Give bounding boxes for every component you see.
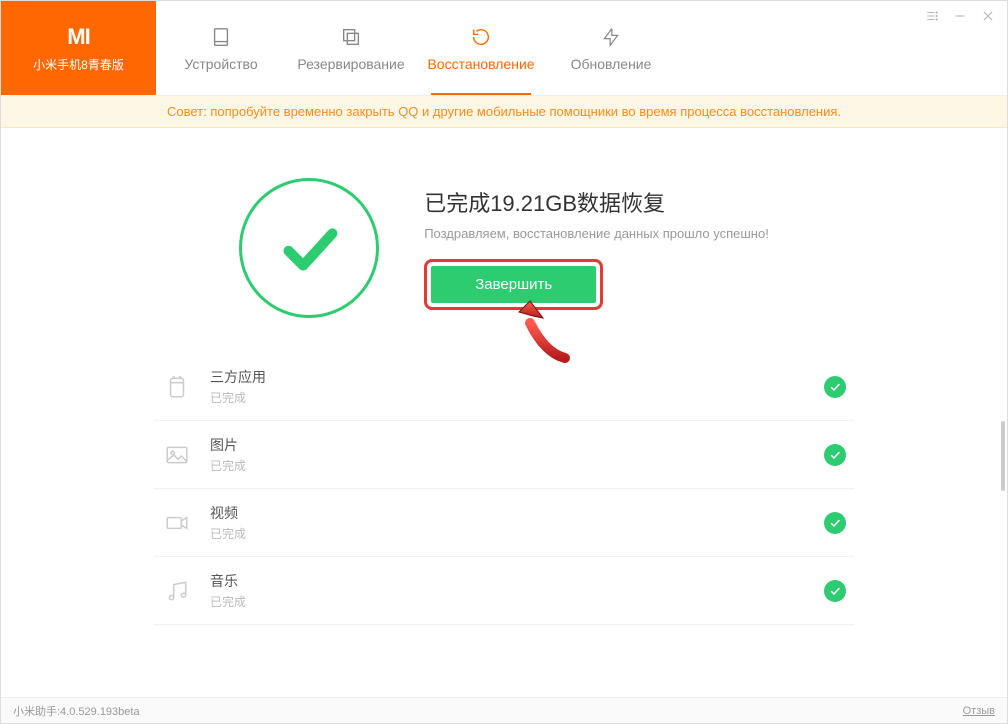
music-icon (162, 576, 192, 606)
success-title: 已完成19.21GB数据恢复 (424, 186, 769, 218)
brand-block: MI 小米手机8青春版 (1, 1, 156, 95)
list-item-music: 音乐 已完成 (154, 557, 854, 625)
feedback-link[interactable]: Отзыв (963, 705, 995, 717)
status-done-icon (824, 512, 846, 534)
tab-backup[interactable]: Резервирование (286, 1, 416, 95)
status-done-icon (824, 580, 846, 602)
image-icon (162, 440, 192, 470)
status-done-icon (824, 376, 846, 398)
tab-label: Резервирование (297, 56, 404, 72)
item-status: 已完成 (210, 389, 266, 406)
restore-item-list: 三方应用 已完成 图片 已完成 视频 已完成 (154, 353, 854, 625)
success-area: 已完成19.21GB数据恢复 Поздравляем, восстановлен… (1, 128, 1007, 353)
update-icon (601, 24, 621, 50)
list-item-apps: 三方应用 已完成 (154, 353, 854, 421)
minimize-icon[interactable] (953, 9, 967, 26)
tab-label: Восстановление (427, 56, 534, 72)
item-title: 音乐 (210, 571, 246, 591)
tip-bar: Совет: попробуйте временно закрыть QQ и … (1, 96, 1007, 128)
success-subtitle: Поздравляем, восстановление данных прошл… (424, 226, 769, 241)
mi-logo: MI (1, 24, 156, 50)
device-name: 小米手机8青春版 (1, 56, 156, 73)
list-item-images: 图片 已完成 (154, 421, 854, 489)
item-title: 图片 (210, 435, 246, 455)
tab-label: Обновление (571, 56, 652, 72)
close-icon[interactable] (981, 9, 995, 26)
item-title: 三方应用 (210, 367, 266, 387)
finish-button-highlight: Завершить (424, 259, 603, 310)
header: MI 小米手机8青春版 Устройство Резервирование Во… (1, 1, 1007, 96)
item-status: 已完成 (210, 593, 246, 610)
window-controls (925, 9, 995, 26)
version-label: 小米助手:4.0.529.193beta (13, 703, 140, 719)
scrollbar-thumb[interactable] (1001, 421, 1005, 491)
menu-icon[interactable] (925, 9, 939, 26)
video-icon (162, 508, 192, 538)
item-status: 已完成 (210, 457, 246, 474)
tabs: Устройство Резервирование Восстановление… (156, 1, 676, 95)
tab-device[interactable]: Устройство (156, 1, 286, 95)
tab-restore[interactable]: Восстановление (416, 1, 546, 95)
footer: 小米助手:4.0.529.193beta Отзыв (1, 697, 1007, 723)
apps-icon (162, 372, 192, 402)
tab-label: Устройство (184, 56, 257, 72)
item-status: 已完成 (210, 525, 246, 542)
item-title: 视频 (210, 503, 246, 523)
tab-update[interactable]: Обновление (546, 1, 676, 95)
list-item-video: 视频 已完成 (154, 489, 854, 557)
success-check-icon (239, 178, 379, 318)
success-text: 已完成19.21GB数据恢复 Поздравляем, восстановлен… (424, 186, 769, 310)
restore-icon (470, 24, 492, 50)
status-done-icon (824, 444, 846, 466)
backup-icon (340, 24, 362, 50)
device-icon (210, 24, 232, 50)
finish-button[interactable]: Завершить (431, 266, 596, 303)
